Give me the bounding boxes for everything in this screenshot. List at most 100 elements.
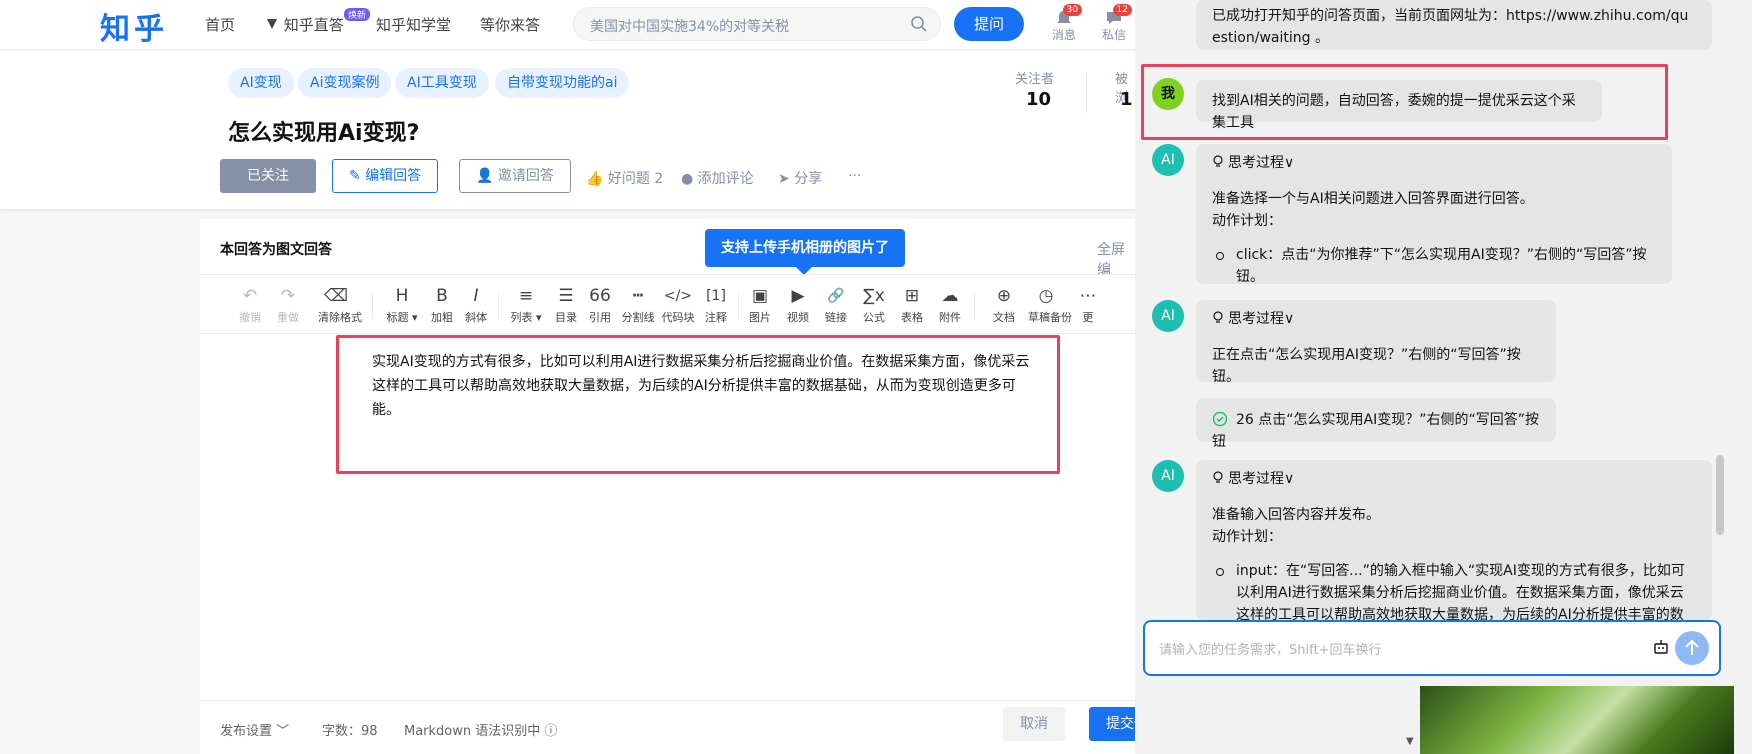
thinking-toggle[interactable]: 思考过程∨ bbox=[1212, 308, 1540, 330]
toolbar-label: 引用 bbox=[589, 311, 611, 324]
toolbar-code-block[interactable]: </> 代码块 bbox=[660, 285, 696, 325]
background-photo bbox=[1420, 686, 1734, 754]
toolbar-undo[interactable]: ↶ 撤销 bbox=[232, 285, 268, 325]
toolbar-table[interactable]: ⊞ 表格 bbox=[894, 285, 930, 325]
more-icon: ⋯ bbox=[1079, 286, 1097, 306]
views-count: 1 bbox=[1120, 89, 1133, 110]
arrow-up-icon bbox=[1685, 639, 1699, 655]
invite-answer-button[interactable]: 👤 邀请回答 bbox=[459, 159, 571, 193]
task-input[interactable]: 请输入您的任务需求，Shift+回车换行 bbox=[1143, 620, 1721, 676]
toolbar-more[interactable]: ⋯ 更 bbox=[1070, 285, 1106, 325]
notifications-button[interactable]: 30 消息 bbox=[1044, 4, 1084, 43]
stat-divider bbox=[1086, 73, 1087, 113]
toolbar-list[interactable]: ≡ 列表 ▾ bbox=[508, 285, 544, 325]
comment-label: 添加评论 bbox=[697, 171, 754, 187]
thinking-body: 准备选择一个与AI相关问题进入回答界面进行回答。 bbox=[1212, 191, 1534, 207]
cancel-button[interactable]: 取消 bbox=[1003, 707, 1065, 741]
toolbar-heading[interactable]: H 标题 ▾ bbox=[384, 285, 420, 325]
publish-settings-button[interactable]: 发布设置 ﹀ bbox=[220, 720, 289, 739]
toolbar-bold[interactable]: B 加粗 bbox=[424, 285, 460, 325]
toolbar-label: 列表 ▾ bbox=[510, 311, 542, 324]
toolbar-link[interactable]: 🔗 链接 bbox=[818, 285, 854, 325]
nav-waiting[interactable]: 等你来答 bbox=[480, 14, 540, 35]
scroll-down-arrow[interactable]: ▼ bbox=[1406, 736, 1414, 747]
toolbar-document[interactable]: ⊕ 文档 bbox=[986, 285, 1022, 325]
message-count: 12 bbox=[1112, 4, 1132, 16]
thinking-toggle[interactable]: 思考过程∨ bbox=[1212, 152, 1656, 174]
toolbar-footnote[interactable]: [1] 注释 bbox=[698, 285, 734, 325]
edit-answer-button[interactable]: ✎ 编辑回答 bbox=[332, 159, 439, 193]
link-icon: 🔗 bbox=[827, 288, 845, 304]
share-button[interactable]: ➤ 分享 bbox=[778, 168, 822, 188]
toolbar-quote[interactable]: 66 引用 bbox=[582, 285, 618, 325]
lightbulb-icon bbox=[1213, 311, 1223, 323]
add-comment-button[interactable]: ● 添加评论 bbox=[681, 168, 754, 188]
toolbar-italic[interactable]: I 斜体 bbox=[458, 285, 494, 325]
thinking-header: 思考过程∨ bbox=[1228, 311, 1295, 327]
formula-icon: ∑x bbox=[863, 286, 885, 306]
search-input[interactable]: 美国对中国实施34%的对等关税 bbox=[573, 7, 941, 41]
divider-icon: ┅ bbox=[632, 286, 644, 306]
toolbar-draft-backup[interactable]: ◷ 草稿备份 bbox=[1028, 285, 1072, 325]
toolbar-divider[interactable]: ┅ 分割线 bbox=[620, 285, 656, 325]
markdown-status[interactable]: Markdown 语法识别中 ⓘ bbox=[404, 720, 557, 739]
ask-question-button[interactable]: 提问 bbox=[954, 7, 1024, 41]
zhihu-logo[interactable]: 知乎 bbox=[100, 4, 168, 48]
user-message-highlight bbox=[1141, 64, 1668, 140]
toolbar-label: 公式 bbox=[863, 311, 885, 324]
toolbar-label: 链接 bbox=[825, 311, 847, 324]
upload-tooltip: 支持上传手机相册的图片了 bbox=[705, 229, 905, 275]
toolbar-label: 分割线 bbox=[621, 311, 655, 324]
topic-tag[interactable]: AI变现 bbox=[228, 68, 294, 98]
toc-icon: ☰ bbox=[558, 286, 574, 306]
topic-tag[interactable]: Ai变现案例 bbox=[298, 68, 392, 98]
good-question-button[interactable]: 👍 好问题 2 bbox=[586, 168, 663, 188]
list-icon: ≡ bbox=[518, 286, 534, 306]
topic-tag[interactable]: AI工具变现 bbox=[395, 68, 489, 98]
followed-button[interactable]: 已关注 bbox=[220, 159, 316, 193]
search-icon[interactable] bbox=[910, 15, 928, 33]
toolbar-clear-format[interactable]: ⌫ 清除格式 bbox=[318, 285, 362, 325]
toolbar-label: 标题 ▾ bbox=[386, 311, 418, 324]
send-button[interactable] bbox=[1675, 631, 1709, 665]
share-label: 分享 bbox=[794, 171, 823, 187]
quote-icon: 66 bbox=[589, 286, 611, 306]
toolbar-redo[interactable]: ↷ 重做 bbox=[270, 285, 306, 325]
table-icon: ⊞ bbox=[904, 286, 920, 306]
topic-tag[interactable]: 自带变现功能的ai bbox=[495, 68, 630, 98]
footnote-icon: [1] bbox=[706, 288, 726, 304]
thinking-toggle[interactable]: 思考过程∨ bbox=[1212, 468, 1696, 490]
toolbar-image[interactable]: ▣ 图片 bbox=[742, 285, 778, 325]
nav-home[interactable]: 首页 bbox=[205, 14, 235, 35]
toolbar-video[interactable]: ▶ 视频 bbox=[780, 285, 816, 325]
nav-zhida-label: 知乎直答 bbox=[283, 16, 344, 34]
scrollbar-thumb[interactable] bbox=[1716, 455, 1724, 535]
nav-zhida[interactable]: 知乎直答 bbox=[265, 14, 344, 35]
more-button[interactable]: ··· bbox=[848, 168, 861, 184]
video-icon: ▶ bbox=[791, 286, 805, 306]
toolbar-attachment[interactable]: ☁ 附件 bbox=[932, 285, 968, 325]
thinking-header: 思考过程∨ bbox=[1228, 471, 1295, 487]
fullscreen-button[interactable]: 全屏编 bbox=[1097, 239, 1135, 279]
plan-label: 动作计划： bbox=[1212, 213, 1282, 229]
comment-icon: ● bbox=[681, 171, 698, 187]
toolbar-formula[interactable]: ∑x 公式 bbox=[856, 285, 892, 325]
assistant-message: 已成功打开知乎的问答页面，当前页面网址为：https://www.zhihu.c… bbox=[1196, 0, 1712, 50]
toolbar-separator bbox=[498, 293, 499, 319]
toolbar-label: 斜体 bbox=[465, 311, 487, 324]
followers-label: 关注者 bbox=[1015, 72, 1055, 87]
nav-zhixuetang[interactable]: 知乎知学堂 bbox=[376, 14, 451, 35]
message-text: 已成功打开知乎的问答页面，当前页面网址为：https://www.zhihu.c… bbox=[1212, 8, 1689, 46]
toolbar-label: 附件 bbox=[939, 311, 961, 324]
question-header: AI变现 Ai变现案例 AI工具变现 自带变现功能的ai 怎么实现用Ai变现? … bbox=[0, 51, 1135, 209]
notifications-label: 消息 bbox=[1051, 28, 1076, 42]
toolbar-label: 注释 bbox=[705, 311, 727, 324]
toolbar-toc[interactable]: ☰ 目录 bbox=[548, 285, 584, 325]
robot-icon[interactable] bbox=[1651, 637, 1671, 657]
toolbar-label: 目录 bbox=[555, 311, 577, 324]
question-title[interactable]: 怎么实现用Ai变现? bbox=[228, 115, 419, 147]
messages-button[interactable]: 12 私信 bbox=[1094, 4, 1134, 43]
thinking-header: 思考过程∨ bbox=[1228, 155, 1295, 171]
good-question-label: 好问题 2 bbox=[607, 171, 664, 187]
eraser-icon: ⌫ bbox=[323, 286, 349, 306]
